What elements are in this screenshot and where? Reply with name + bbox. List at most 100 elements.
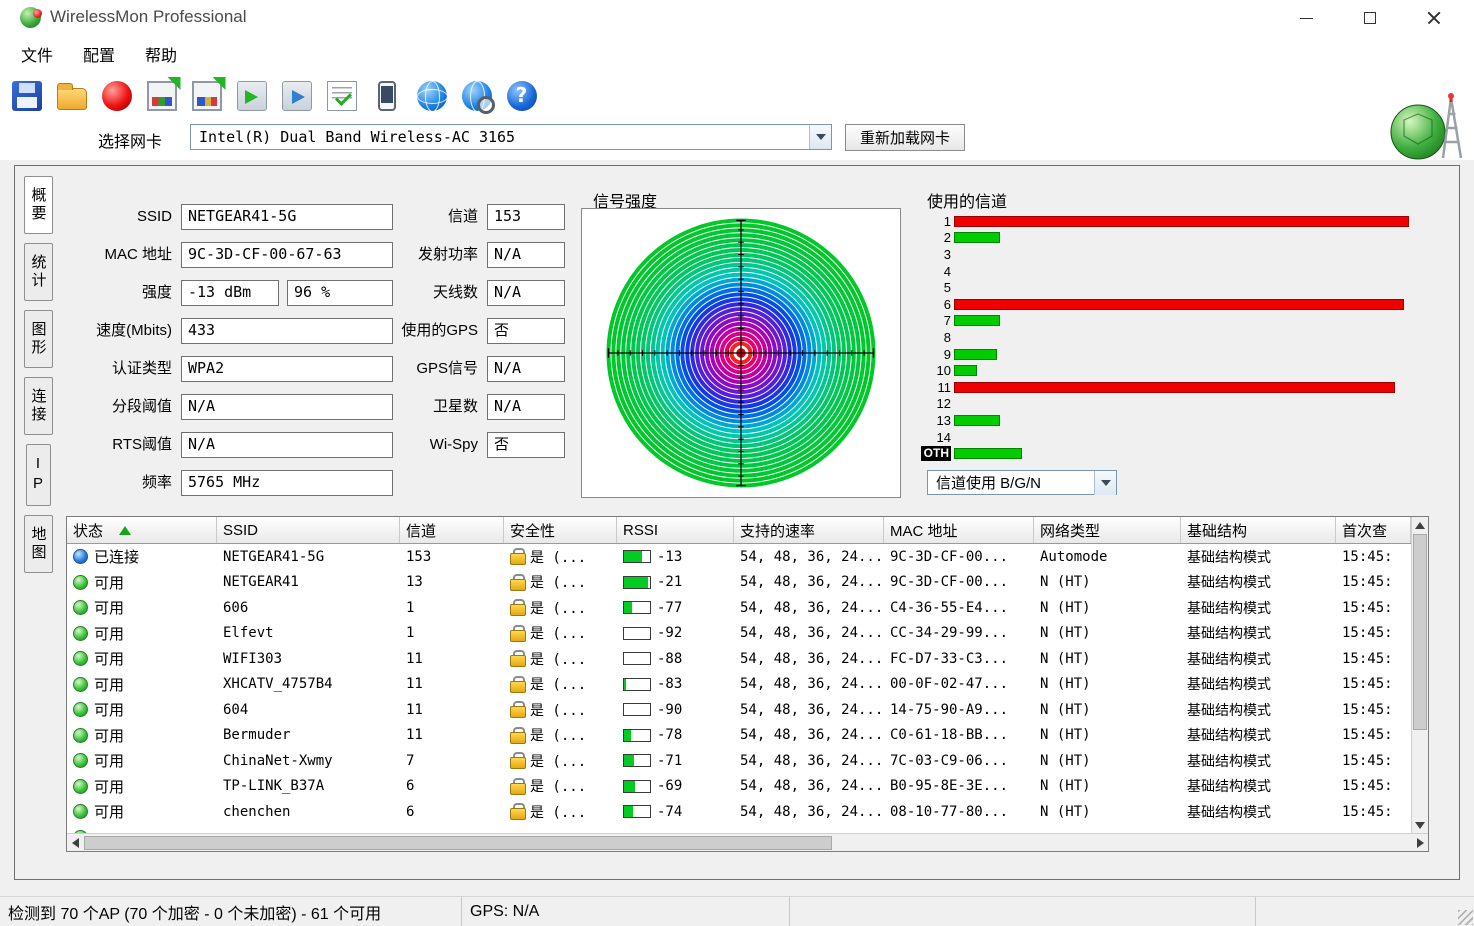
first-seen-cell: 15:45: xyxy=(1336,778,1411,794)
field-right-row-3: 使用的GPS否 xyxy=(391,318,565,345)
close-icon xyxy=(1427,11,1441,25)
save-button[interactable] xyxy=(4,74,49,118)
security-label: 是 (... xyxy=(530,802,586,822)
ap-table: 状态SSID信道安全性RSSI 支持的速率 MAC 地址网络类型基础结构首次查 已连… xyxy=(66,516,1429,852)
column-header-2[interactable]: 信道 xyxy=(400,517,504,543)
reload-adapter-button[interactable]: 重新加载网卡 xyxy=(845,124,965,151)
rssi-cell: -77 xyxy=(617,600,734,616)
export-right-button[interactable] xyxy=(274,74,319,118)
table-row-2[interactable]: 可用6061是 (...-7754, 48, 36, 24...C4-36-55… xyxy=(67,595,1411,621)
table-row-8[interactable]: 可用ChinaNet-Xwmy7是 (...-7154, 48, 36, 24.… xyxy=(67,748,1411,774)
column-header-label: 支持的速率 xyxy=(740,520,815,541)
infrastructure-cell: 基础结构模式 xyxy=(1181,776,1336,796)
help-icon xyxy=(507,81,537,111)
table-row-3[interactable]: 可用Elfevt1是 (...-9254, 48, 36, 24...CC-34… xyxy=(67,621,1411,647)
rssi-value: -74 xyxy=(657,804,682,820)
mac-cell: 00-0F-02-47... xyxy=(884,676,1034,692)
channel-usage-dropdown-button[interactable] xyxy=(1094,471,1116,495)
column-header-1[interactable]: SSID xyxy=(217,517,400,543)
note-check-button[interactable] xyxy=(319,74,364,118)
mac-cell: 7C-03-C9-06... xyxy=(884,753,1034,769)
column-header-3[interactable]: 安全性 xyxy=(504,517,617,543)
channel-bar xyxy=(954,232,1000,243)
field-left-row-4: 认证类型WPA2 xyxy=(31,356,393,383)
field-left-row-3: 速度(Mbits)433 xyxy=(31,318,393,345)
channel-row-OTH: OTH xyxy=(921,445,1437,462)
column-header-8[interactable]: 基础结构 xyxy=(1181,517,1336,543)
resize-grip[interactable] xyxy=(1458,910,1473,925)
table-row-6[interactable]: 可用60411是 (...-9054, 48, 36, 24...14-75-9… xyxy=(67,697,1411,723)
table-row-7[interactable]: 可用Bermuder11是 (...-7854, 48, 36, 24...C0… xyxy=(67,723,1411,749)
vertical-scroll-thumb[interactable] xyxy=(1413,534,1427,730)
channel-label: 11 xyxy=(921,381,951,394)
rssi-bar-fill xyxy=(624,806,633,817)
open-button[interactable] xyxy=(49,74,94,118)
side-tab-6[interactable]: 地图 xyxy=(24,515,53,573)
scroll-right-button[interactable] xyxy=(1412,835,1428,851)
mobile-button[interactable] xyxy=(364,74,409,118)
export-left-button[interactable] xyxy=(229,74,274,118)
channel-usage-select[interactable]: 信道使用 B/G/N xyxy=(927,470,1117,495)
infrastructure-cell: 基础结构模式 xyxy=(1181,674,1336,694)
save-icon xyxy=(12,81,42,111)
column-header-5[interactable]: 支持的速率 xyxy=(734,517,884,543)
maximize-button[interactable] xyxy=(1338,0,1402,36)
status-cell: 可用 xyxy=(67,623,217,644)
available-status-icon xyxy=(73,677,88,692)
available-status-icon xyxy=(73,779,88,794)
field-right-value: 否 xyxy=(487,432,565,458)
table-row-1[interactable]: 可用NETGEAR4113是 (...-2154, 48, 36, 24...9… xyxy=(67,570,1411,596)
rssi-cell: -90 xyxy=(617,702,734,718)
table-row-0[interactable]: 已连接NETGEAR41-5G153是 (...-1354, 48, 36, 2… xyxy=(67,544,1411,570)
horizontal-scrollbar[interactable] xyxy=(67,833,1428,851)
column-header-9[interactable]: 首次查 xyxy=(1336,517,1411,543)
table-row-5[interactable]: 可用XHCATV_4757B411是 (...-8354, 48, 36, 24… xyxy=(67,672,1411,698)
rssi-value: -88 xyxy=(657,651,682,667)
scroll-left-button[interactable] xyxy=(67,835,83,851)
table-row-4[interactable]: 可用WIFI30311是 (...-8854, 48, 36, 24...FC-… xyxy=(67,646,1411,672)
column-header-6[interactable]: MAC 地址 xyxy=(884,517,1034,543)
globe-button[interactable] xyxy=(409,74,454,118)
field-left-label: 速度(Mbits) xyxy=(31,318,181,344)
column-header-0[interactable]: 状态 xyxy=(67,517,217,543)
mac-cell: FC-D7-33-C3... xyxy=(884,651,1034,667)
window-controls xyxy=(1274,0,1466,36)
menu-item-1[interactable]: 配置 xyxy=(68,38,130,70)
channel-bar-track xyxy=(954,331,1437,343)
channel-row-8: 8 xyxy=(921,329,1437,346)
table-row-10[interactable]: 可用chenchen6是 (...-7454, 48, 36, 24...08-… xyxy=(67,799,1411,825)
channel-label: 10 xyxy=(921,364,951,377)
channel-row-14: 14 xyxy=(921,429,1437,446)
vertical-scrollbar[interactable] xyxy=(1411,517,1428,833)
menu-item-2[interactable]: 帮助 xyxy=(130,38,192,70)
available-status-icon xyxy=(73,626,88,641)
infrastructure-cell: 基础结构模式 xyxy=(1181,649,1336,669)
record-button[interactable] xyxy=(94,74,139,118)
horizontal-scroll-thumb[interactable] xyxy=(84,836,832,850)
column-header-4[interactable]: RSSI xyxy=(617,517,734,543)
adapter-select-dropdown-button[interactable] xyxy=(809,125,831,149)
close-button[interactable] xyxy=(1402,0,1466,36)
ssid-cell: Bermuder xyxy=(217,727,400,743)
rates-cell: 54, 48, 36, 24... xyxy=(734,651,884,667)
copy-chart-button[interactable] xyxy=(184,74,229,118)
status-section-gps: GPS: N/A xyxy=(462,897,790,926)
table-row-9[interactable]: 可用TP-LINK_B37A6是 (...-6954, 48, 36, 24..… xyxy=(67,774,1411,800)
field-right-label: 使用的GPS xyxy=(391,318,487,344)
rssi-bar xyxy=(623,805,651,818)
scroll-down-button[interactable] xyxy=(1412,817,1428,833)
help-button[interactable] xyxy=(499,74,544,118)
menu-item-0[interactable]: 文件 xyxy=(6,38,68,70)
channel-bar-track xyxy=(954,215,1437,227)
column-header-7[interactable]: 网络类型 xyxy=(1034,517,1181,543)
channel-row-9: 9 xyxy=(921,346,1437,363)
lock-icon xyxy=(510,676,524,693)
rssi-cell: -83 xyxy=(617,676,734,692)
minimize-button[interactable] xyxy=(1274,0,1338,36)
copy-graph-button[interactable] xyxy=(139,74,184,118)
table-row-11[interactable] xyxy=(67,825,1411,834)
scroll-up-button[interactable] xyxy=(1412,517,1428,533)
rssi-bar xyxy=(623,652,651,665)
globe-search-button[interactable] xyxy=(454,74,499,118)
adapter-select[interactable]: Intel(R) Dual Band Wireless-AC 3165 xyxy=(190,124,832,150)
